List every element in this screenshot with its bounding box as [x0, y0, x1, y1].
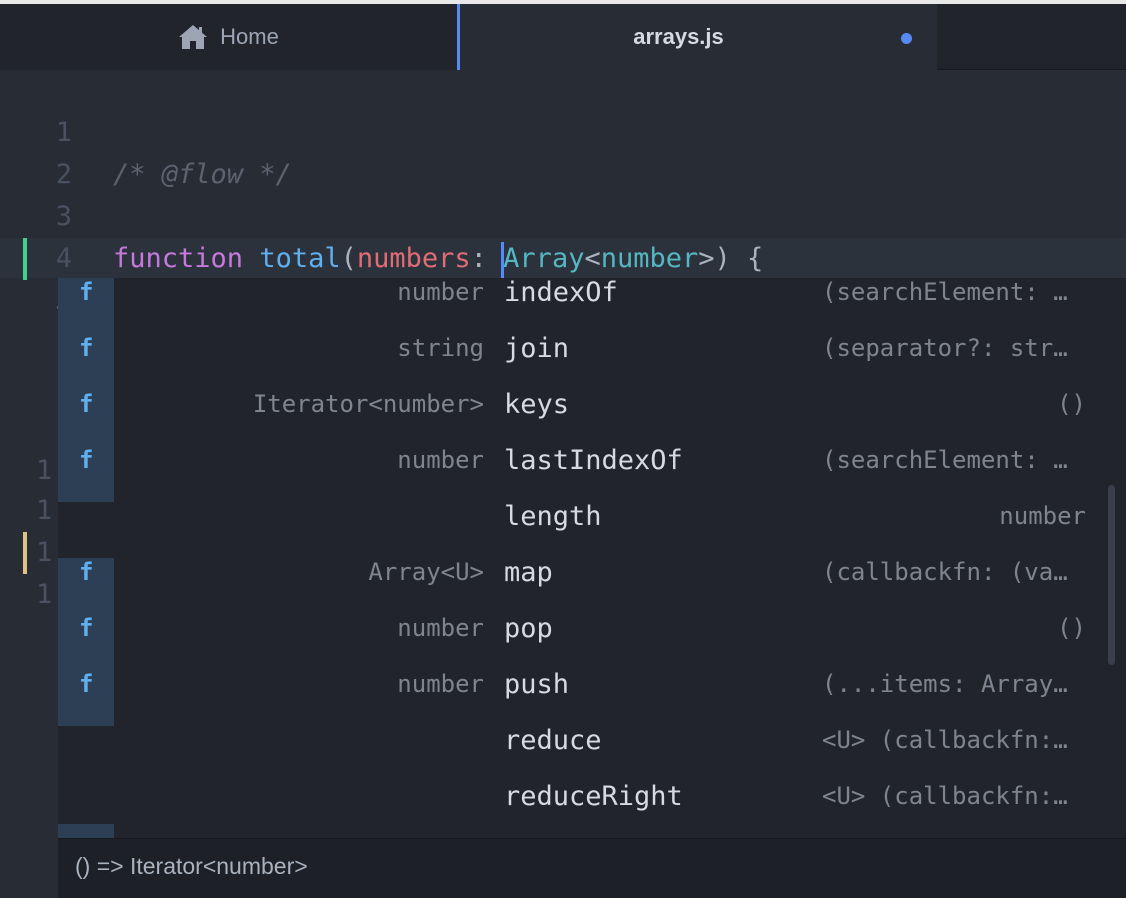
autocomplete-item-signature: (): [1057, 614, 1086, 642]
function-type-icon-letter: f: [79, 390, 94, 418]
code-line[interactable]: 2: [0, 112, 1126, 190]
function-type-icon: f: [58, 278, 114, 334]
autocomplete-item-name: push: [504, 669, 570, 700]
autocomplete-item-signature: (...items: Array…: [822, 670, 1068, 698]
function-type-icon-letter: f: [79, 334, 94, 362]
tab-home[interactable]: Home: [0, 4, 457, 70]
autocomplete-item-return-type: number: [397, 446, 484, 474]
autocomplete-item[interactable]: f number lastIndexOf (searchElement: …: [58, 446, 1126, 502]
autocomplete-item-return-type: Array<U>: [368, 558, 484, 586]
autocomplete-icon-partial: [58, 824, 114, 838]
autocomplete-item-signature: (searchElement: …: [822, 446, 1068, 474]
autocomplete-list[interactable]: f number indexOf (searchElement: … f string jo…: [58, 278, 1126, 838]
autocomplete-item[interactable]: reduceRight <U> (callbackfn:…: [58, 782, 1126, 838]
autocomplete-item-signature: <U> (callbackfn:…: [822, 726, 1068, 754]
function-type-icon: f: [58, 446, 114, 502]
autocomplete-item-signature: (searchElement: …: [822, 278, 1068, 306]
autocomplete-item-name: indexOf: [504, 278, 618, 308]
autocomplete-scrollbar[interactable]: [1108, 485, 1115, 665]
autocomplete-item-return-type: number: [397, 614, 484, 642]
autocomplete-item-return-type: number: [397, 670, 484, 698]
autocomplete-item[interactable]: f number push (...items: Array…: [58, 670, 1126, 726]
tab-bar: Home arrays.js: [0, 4, 1126, 70]
autocomplete-description-text: () => Iterator<number>: [75, 853, 308, 879]
code-line[interactable]: 3 function total(numbers: Array<number>)…: [0, 154, 1126, 274]
function-type-icon-letter: f: [79, 614, 94, 642]
autocomplete-item-signature: number: [999, 502, 1086, 530]
autocomplete-description: () => Iterator<number>: [58, 838, 1126, 898]
autocomplete-item[interactable]: reduce <U> (callbackfn:…: [58, 726, 1126, 782]
git-modified-marker: [23, 532, 27, 574]
autocomplete-item-name: lastIndexOf: [504, 445, 683, 476]
git-added-marker: [23, 238, 27, 280]
autocomplete-item[interactable]: f Array<U> map (callbackfn: (va…: [58, 558, 1126, 614]
modified-indicator-icon[interactable]: [901, 33, 912, 44]
autocomplete-item[interactable]: f string join (separator?: str…: [58, 334, 1126, 390]
autocomplete-item-name: map: [504, 557, 553, 588]
code-line[interactable]: 1 /* @flow */: [0, 70, 1126, 190]
autocomplete-item[interactable]: f number pop (): [58, 614, 1126, 670]
autocomplete-item-name: keys: [504, 389, 570, 420]
tab-arrays-js[interactable]: arrays.js: [457, 4, 937, 70]
text-cursor: [501, 242, 504, 278]
function-type-icon-letter: f: [79, 558, 94, 586]
autocomplete-popup[interactable]: f number indexOf (searchElement: … f string jo…: [58, 278, 1126, 898]
code-line[interactable]: 4 var result = 0;: [0, 196, 1126, 316]
tab-home-label: Home: [220, 24, 279, 49]
autocomplete-item-return-type: number: [397, 278, 484, 306]
autocomplete-item-signature: <U> (callbackfn:…: [822, 782, 1068, 810]
autocomplete-item-signature: (separator?: str…: [822, 334, 1068, 362]
function-type-icon-letter: f: [79, 670, 94, 698]
function-type-icon-letter: f: [79, 278, 94, 306]
autocomplete-item-return-type: Iterator<number>: [252, 390, 484, 418]
autocomplete-item-name: length: [504, 501, 602, 532]
function-type-icon: f: [58, 334, 114, 390]
function-type-icon: f: [58, 670, 114, 726]
autocomplete-item-signature: (): [1057, 390, 1086, 418]
code-line-current[interactable]: 5 var length = numbers.: [0, 238, 1126, 358]
autocomplete-item-name: join: [504, 333, 570, 364]
autocomplete-item-return-type: string: [397, 334, 484, 362]
autocomplete-item[interactable]: length number: [58, 502, 1126, 558]
autocomplete-item-name: reduceRight: [504, 781, 683, 812]
tab-arrays-js-label: arrays.js: [633, 24, 724, 49]
function-type-icon: f: [58, 390, 114, 446]
function-type-icon: f: [58, 614, 114, 670]
autocomplete-item-signature: (callbackfn: (va…: [822, 558, 1068, 586]
autocomplete-item-name: pop: [504, 613, 553, 644]
function-type-icon-letter: f: [79, 446, 94, 474]
function-type-icon: f: [58, 558, 114, 614]
home-icon: [179, 25, 208, 49]
autocomplete-item-name: reduce: [504, 725, 602, 756]
autocomplete-item[interactable]: f number indexOf (searchElement: …: [58, 278, 1126, 334]
autocomplete-item[interactable]: f Iterator<number> keys (): [58, 390, 1126, 446]
